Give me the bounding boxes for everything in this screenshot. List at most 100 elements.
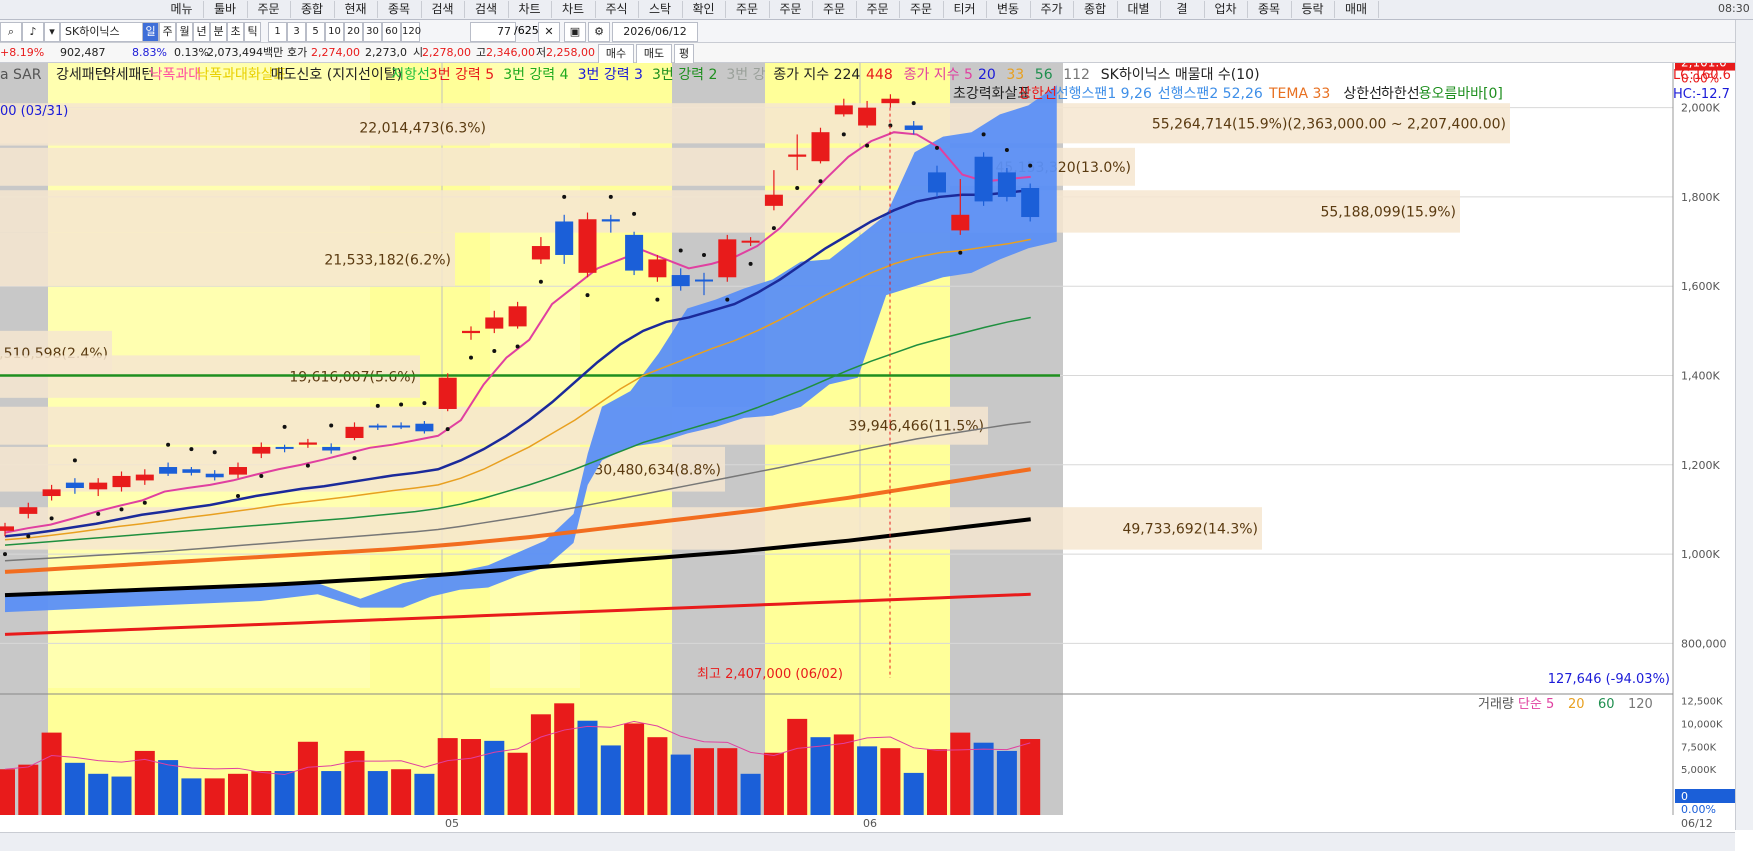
menu-item-8[interactable]: 차트 — [508, 1, 552, 18]
volume-legend-1[interactable]: 단순 5 — [1518, 697, 1554, 712]
legend-item-17[interactable]: 56 — [1035, 67, 1053, 83]
legend-item-12[interactable]: 종가 지수 224 — [773, 67, 860, 83]
count-field[interactable]: 77 — [470, 22, 516, 42]
menu-item-3[interactable]: 종합 — [291, 1, 335, 18]
menu-item-1[interactable]: 툴바 — [204, 1, 248, 18]
legend-item-15[interactable]: 20 — [978, 67, 996, 83]
candle-body-2 — [42, 489, 61, 497]
stock-name-field[interactable]: SK하이닉스 — [60, 22, 146, 42]
sell-button[interactable]: 매도 — [636, 44, 672, 64]
menu-item-21[interactable]: 종합 — [1074, 1, 1118, 18]
legend-item-3[interactable]: 낙폭과대 — [150, 67, 202, 83]
menu-item-4[interactable]: 현재 — [334, 1, 378, 18]
sar-dot — [585, 293, 590, 298]
menu-item-22[interactable]: 대별 — [1117, 1, 1161, 18]
minute-button-7[interactable]: 120 — [401, 22, 421, 42]
legend-item-7[interactable]: 3번 강력 5 — [429, 67, 494, 83]
menu-item-23[interactable]: 결 — [1161, 1, 1205, 18]
menu-item-15[interactable]: 주문 — [813, 1, 857, 18]
menu-item-16[interactable]: 주문 — [856, 1, 900, 18]
legend-item-6[interactable]: 저항선 — [391, 67, 430, 83]
menu-item-10[interactable]: 주식 — [595, 1, 639, 18]
legend2-item-6[interactable]: 하한선 — [1381, 86, 1420, 102]
legend-item-0[interactable]: a SAR — [0, 67, 42, 83]
volume-bar-7 — [158, 760, 179, 815]
menu-item-20[interactable]: 주가 — [1030, 1, 1074, 18]
legend2-item-1[interactable]: 상한선 — [1018, 86, 1057, 102]
legend2-item-7[interactable]: 용오름바바[0] — [1419, 86, 1503, 102]
candle-body-4 — [89, 482, 108, 490]
volume-bar-17 — [391, 769, 412, 815]
minute-button-3[interactable]: 10 — [325, 22, 344, 42]
menu-item-14[interactable]: 주문 — [769, 1, 813, 18]
legend-item-18[interactable]: 112 — [1063, 67, 1090, 83]
menu-item-11[interactable]: 스탁 — [639, 1, 683, 18]
menu-item-27[interactable]: 매매 — [1335, 1, 1379, 18]
menu-item-12[interactable]: 확인 — [682, 1, 726, 18]
legend-item-10[interactable]: 3번 강력 2 — [652, 67, 717, 83]
period-button-3[interactable]: 년 — [193, 22, 210, 42]
menu-item-6[interactable]: 검색 — [421, 1, 465, 18]
period-button-4[interactable]: 분 — [210, 22, 227, 42]
legend-item-5[interactable]: 매도신호 (지지선이탈) — [271, 67, 402, 83]
menu-item-26[interactable]: 등락 — [1291, 1, 1335, 18]
menu-item-7[interactable]: 검색 — [465, 1, 509, 18]
legend-item-11[interactable]: 3번 강 — [726, 67, 765, 83]
legend-item-13[interactable]: 448 — [866, 67, 893, 83]
legend-item-19[interactable]: SK하이닉스 매물대 수(10) — [1101, 67, 1260, 83]
legend-item-9[interactable]: 3번 강력 3 — [578, 67, 643, 83]
menu-item-18[interactable]: 티커 — [943, 1, 987, 18]
period-button-2[interactable]: 월 — [176, 22, 193, 42]
menu-item-25[interactable]: 종목 — [1248, 1, 1292, 18]
legend-item-16[interactable]: 33 — [1006, 67, 1024, 83]
minute-button-1[interactable]: 3 — [287, 22, 306, 42]
speaker-icon[interactable]: ♪ — [22, 22, 44, 42]
legend-item-14[interactable]: 종가 지수 5 — [904, 67, 973, 83]
bottom-scroll-bar[interactable] — [0, 832, 1735, 851]
sar-dot — [865, 143, 870, 148]
menu-item-2[interactable]: 주문 — [247, 1, 291, 18]
minute-button-6[interactable]: 60 — [382, 22, 401, 42]
legend2-item-4[interactable]: TEMA 33 — [1268, 86, 1330, 102]
legend2-item-5[interactable]: 상한선 — [1343, 86, 1382, 102]
minute-button-0[interactable]: 1 — [268, 22, 287, 42]
volume-tick-3: 5,000K — [1681, 765, 1717, 776]
volume-legend-0[interactable]: 거래량 — [1478, 697, 1514, 712]
volume-legend-3[interactable]: 60 — [1598, 697, 1615, 712]
minute-button-4[interactable]: 20 — [344, 22, 363, 42]
menu-item-5[interactable]: 종목 — [378, 1, 422, 18]
period-button-0[interactable]: 일 — [142, 22, 159, 42]
avg-button[interactable]: 평 — [674, 44, 694, 64]
gear-icon[interactable]: ⚙ — [588, 22, 610, 42]
volume-bar-16 — [367, 771, 388, 815]
legend-item-1[interactable]: 강세패턴 — [56, 67, 108, 83]
menu-item-9[interactable]: 차트 — [552, 1, 596, 18]
dropdown-icon[interactable]: ▾ — [44, 22, 60, 42]
menu-item-13[interactable]: 주문 — [726, 1, 770, 18]
sar-dot — [562, 194, 567, 199]
legend-item-8[interactable]: 3번 강력 4 — [503, 67, 568, 83]
candle-body-38 — [881, 98, 900, 104]
minute-button-2[interactable]: 5 — [306, 22, 325, 42]
settings-icon[interactable]: ✕ — [538, 22, 560, 42]
price-chart[interactable]: 55,264,714(15.9%)(2,363,000.00 ~ 2,207,4… — [0, 63, 1735, 830]
volume-legend-2[interactable]: 20 — [1568, 697, 1585, 712]
legend2-item-2[interactable]: 선행스팬1 9,26 — [1056, 86, 1152, 102]
menu-item-24[interactable]: 업차 — [1204, 1, 1248, 18]
period-button-1[interactable]: 주 — [159, 22, 176, 42]
volume-legend-4[interactable]: 120 — [1628, 697, 1653, 712]
menu-item-17[interactable]: 주문 — [900, 1, 944, 18]
legend2-item-3[interactable]: 선행스팬2 52,26 — [1158, 86, 1263, 102]
menu-item-0[interactable]: 메뉴 — [160, 1, 204, 18]
candle-body-44 — [1021, 188, 1040, 218]
period-button-6[interactable]: 틱 — [244, 22, 261, 42]
buy-button[interactable]: 매수 — [598, 44, 634, 64]
date-field[interactable]: 2026/06/12 — [612, 22, 698, 42]
menu-item-19[interactable]: 변동 — [987, 1, 1031, 18]
legend-item-2[interactable]: 약세패턴 — [103, 67, 155, 83]
search-icon[interactable]: ⌕ — [0, 22, 22, 42]
minute-button-5[interactable]: 30 — [363, 22, 382, 42]
volume-bar-4 — [88, 773, 109, 815]
period-button-5[interactable]: 초 — [227, 22, 244, 42]
save-icon[interactable]: ▣ — [564, 22, 586, 42]
